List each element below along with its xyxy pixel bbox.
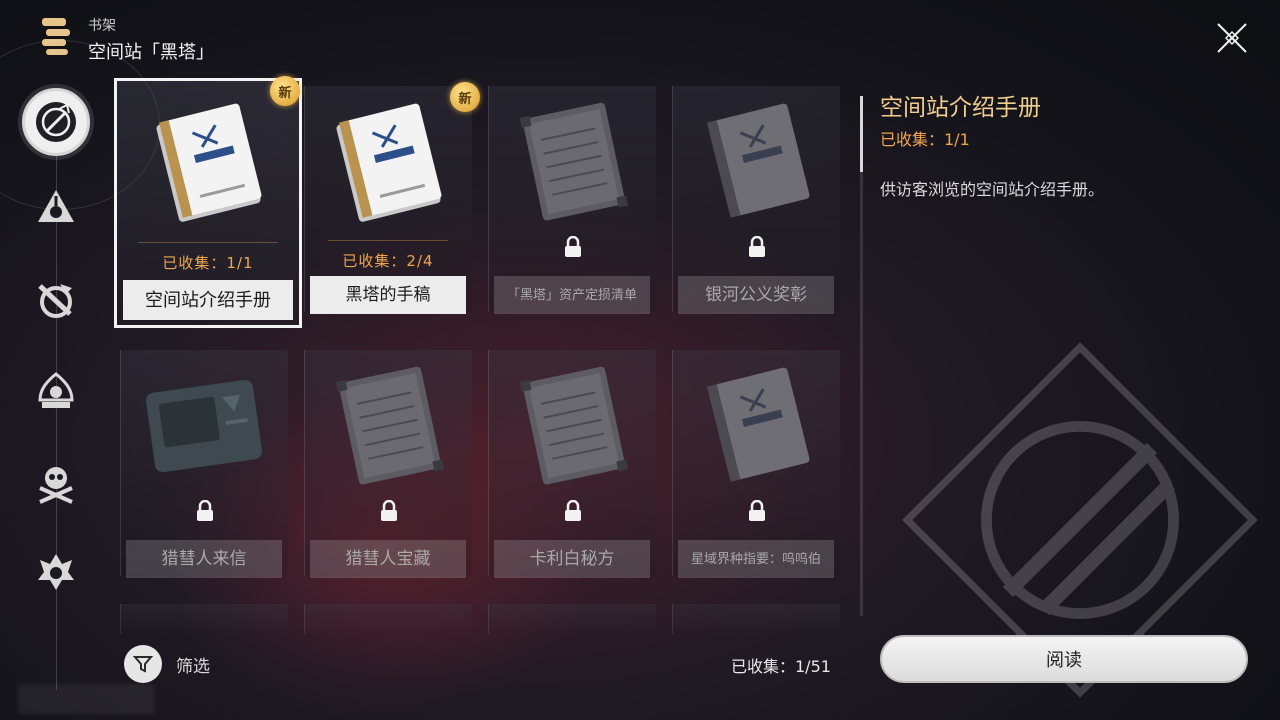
detail-collected: 已收集：1/1 (880, 130, 970, 149)
book-cover-image (508, 100, 636, 224)
funnel-icon (133, 656, 153, 673)
lock-icon (380, 499, 398, 522)
book-cover-image (692, 364, 820, 488)
shrine-crest-icon (38, 372, 74, 408)
filter-label[interactable]: 筛选 (176, 652, 210, 677)
book-card[interactable]: 卡利白秘方 (488, 350, 656, 578)
lock-icon (196, 499, 214, 522)
triangle-crest-icon (38, 190, 74, 222)
sidebar-item-faction-6[interactable] (32, 548, 80, 596)
grid-scrollbar-thumb[interactable] (860, 96, 863, 172)
book-collected-count: 已收集：1/1 (162, 254, 254, 272)
book-cover-image (324, 100, 452, 224)
breadcrumb-section: 书架 (88, 18, 116, 34)
lock-icon (564, 235, 582, 258)
book-title: 卡利白秘方 (494, 540, 650, 578)
book-title: 银河公义奖彰 (678, 276, 834, 314)
sidebar-item-space-station[interactable] (22, 88, 90, 156)
grid-row-partial (120, 604, 288, 634)
dragon-crest-icon (38, 284, 72, 318)
grid-scrollbar[interactable] (860, 96, 863, 616)
book-title: 猎彗人宝藏 (310, 540, 466, 578)
book-cover-image (140, 364, 268, 488)
compass-emblem-icon (36, 102, 76, 142)
sidebar-item-faction-3[interactable] (32, 276, 80, 324)
book-title: 空间站介绍手册 (123, 280, 293, 320)
book-card[interactable]: 已收集：1/1 空间站介绍手册 新 (114, 76, 302, 328)
book-cover-image (508, 364, 636, 488)
book-card[interactable]: 星域界种指要：呜呜伯 (672, 350, 840, 578)
book-card[interactable]: 银河公义奖彰 (672, 86, 840, 314)
total-collected: 已收集：1/51 (731, 657, 831, 676)
divider-line (328, 240, 448, 241)
sidebar-item-faction-2[interactable] (32, 184, 80, 232)
sidebar-item-faction-5[interactable] (32, 460, 80, 508)
new-badge: 新 (450, 82, 480, 112)
skull-crest-icon (39, 467, 73, 504)
flame-crest-icon (38, 554, 74, 590)
lock-icon (748, 499, 766, 522)
grid-row-partial (304, 604, 472, 634)
sidebar-item-faction-4[interactable] (32, 368, 80, 416)
book-card[interactable]: 「黑塔」资产定损清单 (488, 86, 656, 314)
book-card[interactable]: 已收集：2/4 黑塔的手稿 新 (304, 82, 480, 314)
book-cover-image (324, 364, 452, 488)
read-button[interactable]: 阅读 (880, 635, 1248, 683)
book-card[interactable]: 猎彗人来信 (120, 350, 288, 578)
book-title: 星域界种指要：呜呜伯 (678, 540, 834, 578)
close-icon[interactable] (1212, 18, 1252, 58)
book-collected-count: 已收集：2/4 (342, 252, 434, 270)
book-title: 黑塔的手稿 (310, 276, 466, 314)
book-card[interactable]: 猎彗人宝藏 (304, 350, 472, 578)
lock-icon (748, 235, 766, 258)
filter-button[interactable] (124, 645, 162, 683)
detail-title: 空间站介绍手册 (880, 95, 1041, 121)
blurred-overlay (18, 684, 154, 714)
book-cover-image (692, 100, 820, 224)
detail-description: 供访客浏览的空间站介绍手册。 (880, 180, 1105, 199)
book-title: 猎彗人来信 (126, 540, 282, 578)
lock-icon (564, 499, 582, 522)
grid-row-partial (488, 604, 656, 634)
new-badge: 新 (270, 76, 300, 106)
book-title: 「黑塔」资产定损清单 (494, 276, 650, 314)
book-cover-image (144, 100, 272, 224)
grid-row-partial (672, 604, 840, 634)
divider-line (138, 242, 278, 243)
